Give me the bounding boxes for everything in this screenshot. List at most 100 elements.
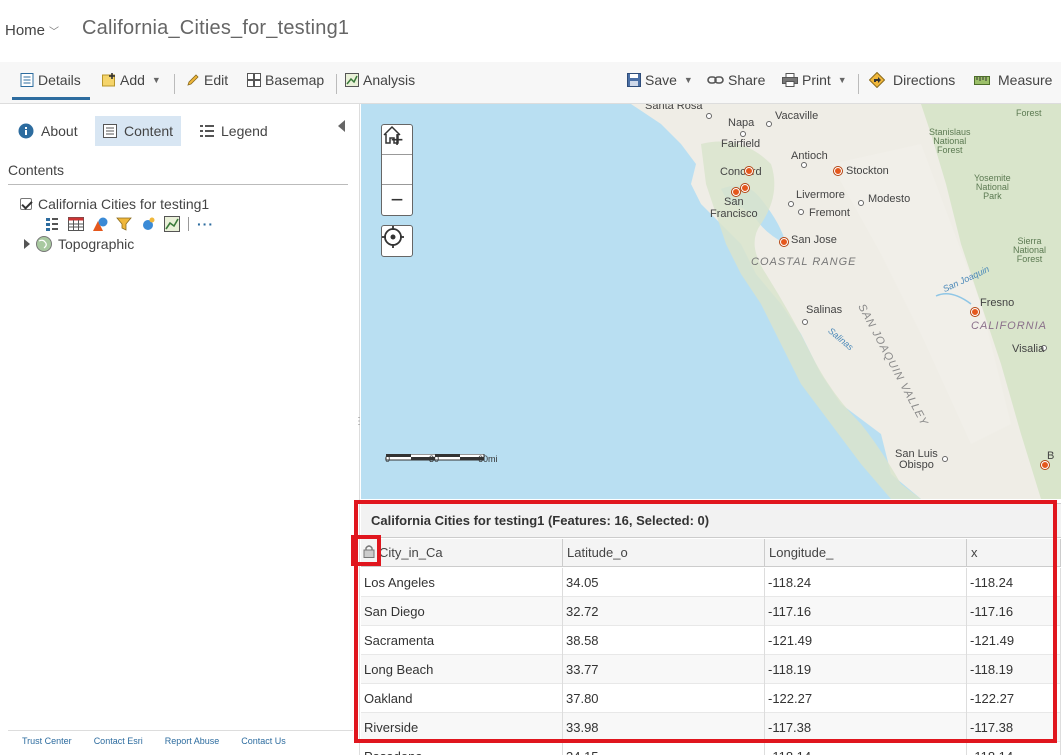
table-row[interactable]: Sacramenta 38.58 -121.49 -121.49: [361, 626, 1061, 655]
column-header-latitude[interactable]: Latitude_o: [563, 539, 765, 567]
table-cell: 34.05: [563, 568, 765, 597]
analysis-button[interactable]: Analysis: [345, 72, 415, 88]
map-label-modesto: Modesto: [868, 193, 911, 205]
toolbar: Details Add ▼ Edit Basemap Analysis Save ▼…: [0, 62, 1061, 104]
column-header-x[interactable]: x: [967, 539, 1061, 567]
table-row[interactable]: Riverside 33.98 -117.38 -117.38: [361, 713, 1061, 742]
add-button[interactable]: Add ▼: [102, 72, 161, 88]
analysis-layer-icon[interactable]: [140, 216, 156, 232]
scale-label-60: 60mi: [478, 454, 498, 464]
home-extent-button[interactable]: [382, 125, 412, 185]
map-label-fresno: Fresno: [980, 297, 1015, 309]
table-cell: -118.24: [765, 568, 967, 597]
table-cell: 33.98: [563, 713, 765, 742]
city-marker[interactable]: [834, 167, 842, 175]
tab-legend-label: Legend: [221, 123, 268, 139]
directions-label: Directions: [893, 72, 956, 88]
table-cell: Pasadena: [361, 742, 563, 755]
locate-button[interactable]: [382, 226, 412, 256]
home-menu[interactable]: Home ﹀: [5, 22, 59, 39]
share-button[interactable]: Share: [707, 72, 765, 88]
table-icon[interactable]: [68, 216, 84, 232]
layer-visibility-checkbox[interactable]: [20, 198, 32, 210]
map-label-california: CALIFORNIA: [971, 320, 1048, 332]
footer-link-contact-us[interactable]: Contact Us: [241, 736, 286, 746]
column-header-longitude[interactable]: Longitude_: [765, 539, 967, 567]
map-label-livermore: Livermore: [796, 189, 845, 201]
tab-about[interactable]: About: [10, 116, 86, 146]
toolbar-divider: [858, 74, 859, 94]
city-marker[interactable]: [741, 184, 749, 192]
zoom-out-button[interactable]: −: [382, 185, 412, 215]
town-marker: [740, 131, 746, 137]
analysis-label: Analysis: [363, 72, 416, 88]
town-marker: [788, 201, 794, 207]
tab-legend[interactable]: Legend: [192, 116, 276, 146]
map-label-stanislaus: Stanislaus National Forest: [929, 127, 971, 155]
basemap-button[interactable]: Basemap: [247, 72, 324, 88]
map-label-visalia: Visalia: [1012, 343, 1045, 355]
collapse-panel-icon[interactable]: [338, 120, 345, 132]
tab-content[interactable]: Content: [95, 116, 182, 146]
scale-label-30: 30: [429, 454, 440, 464]
map-label-fremont: Fremont: [809, 207, 850, 219]
map-label-salinas: Salinas: [806, 304, 843, 316]
share-link-icon: [707, 76, 724, 84]
city-marker[interactable]: [971, 308, 979, 316]
table-row[interactable]: Los Angeles 34.05 -118.24 -118.24: [361, 568, 1061, 597]
table-cell: Long Beach: [361, 655, 563, 684]
contents-heading: Contents: [8, 162, 65, 178]
table-row[interactable]: Pasadena34.15-118.14-118.14: [361, 742, 1061, 755]
map-view[interactable]: + − Santa Rosa Napa Vacaville Fairfield …: [361, 104, 1061, 499]
basemap-globe-icon: [36, 236, 52, 252]
save-label: Save: [645, 72, 677, 88]
city-marker[interactable]: [745, 167, 753, 175]
measure-button[interactable]: Measure: [974, 72, 1052, 88]
map-label-antioch: Antioch: [791, 150, 828, 162]
add-icon: [102, 73, 115, 87]
footer-link-trust-center[interactable]: Trust Center: [22, 736, 72, 746]
panel-resize-handle[interactable]: ⋮: [354, 417, 364, 440]
print-label: Print: [802, 72, 831, 88]
table-row[interactable]: San Diego 32.72 -117.16 -117.16: [361, 597, 1061, 626]
map-label-san-luis-obispo: San Luis Obispo: [895, 448, 938, 471]
more-options-icon[interactable]: ···: [197, 216, 214, 232]
print-button[interactable]: Print ▼: [782, 72, 847, 88]
table-cell: -122.27: [967, 684, 1061, 713]
divider: [8, 184, 348, 185]
map-analysis-icon[interactable]: [164, 216, 180, 232]
directions-button[interactable]: Directions: [869, 72, 955, 88]
save-button[interactable]: Save ▼: [627, 72, 693, 88]
table-cell: -117.38: [765, 713, 967, 742]
layer-item-california-cities[interactable]: California Cities for testing1: [20, 196, 209, 212]
expand-arrow-icon[interactable]: [24, 239, 30, 249]
table-header-row: City_in_Ca Latitude_o Longitude_ x: [361, 539, 1061, 567]
zoom-controls: + −: [381, 124, 413, 216]
table-cell: -121.49: [967, 626, 1061, 655]
city-marker[interactable]: [780, 238, 788, 246]
city-marker[interactable]: [732, 188, 740, 196]
table-row[interactable]: Long Beach 33.77 -118.19 -118.19: [361, 655, 1061, 684]
scale-label-0: 0: [385, 454, 391, 464]
details-button[interactable]: Details: [20, 72, 81, 88]
table-cell: -117.16: [765, 597, 967, 626]
table-cell: -122.27: [765, 684, 967, 713]
table-row[interactable]: Oakland 37.80 -122.27 -122.27: [361, 684, 1061, 713]
change-style-icon[interactable]: [92, 216, 108, 232]
printer-icon: [782, 73, 798, 87]
table-cell: -118.14: [765, 742, 967, 755]
filter-icon[interactable]: [116, 216, 132, 232]
legend-toggle-icon[interactable]: [44, 216, 60, 232]
toolbar-divider: [336, 74, 337, 94]
details-label: Details: [38, 72, 81, 88]
legend-list-icon: [200, 125, 214, 137]
footer-link-report-abuse[interactable]: Report Abuse: [165, 736, 220, 746]
table-title: California Cities for testing1 (Features…: [361, 504, 1061, 538]
footer-link-contact-esri[interactable]: Contact Esri: [94, 736, 143, 746]
city-marker[interactable]: [1041, 461, 1049, 469]
footer-links: Trust Center Contact Esri Report Abuse C…: [8, 730, 353, 746]
table-cell: -117.38: [967, 713, 1061, 742]
column-header-city[interactable]: City_in_Ca: [361, 539, 563, 567]
edit-button[interactable]: Edit: [186, 72, 228, 88]
layer-item-topographic[interactable]: Topographic: [24, 236, 134, 252]
